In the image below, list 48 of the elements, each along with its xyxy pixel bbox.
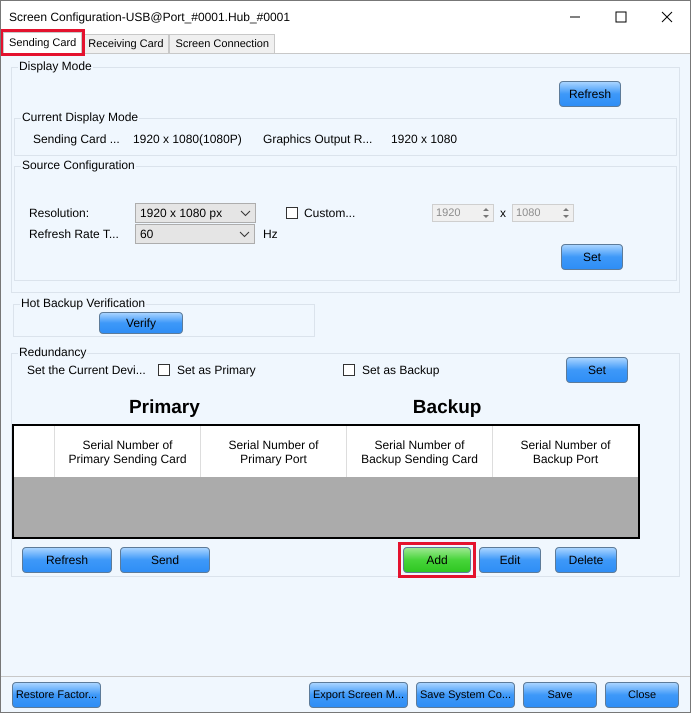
- section-heading: Backup: [412, 397, 482, 419]
- field-label: Set the Current Devi...: [27, 363, 147, 377]
- field-value: 1920 x 1080(1080P): [133, 132, 243, 146]
- tab[interactable]: Sending Card: [3, 32, 82, 53]
- action-button[interactable]: Add: [403, 547, 471, 573]
- footer-button[interactable]: Save System Co...: [416, 682, 515, 708]
- section-heading: Primary: [129, 397, 200, 419]
- field-label: Sending Card ...: [33, 132, 121, 146]
- tab[interactable]: Screen Connection: [169, 34, 276, 53]
- verify-button[interactable]: Verify: [99, 312, 183, 334]
- action-button[interactable]: Delete: [555, 547, 617, 573]
- checkbox-label: Custom...: [304, 206, 356, 220]
- group-title: Redundancy: [18, 345, 88, 359]
- field-label: Graphics Output R...: [263, 132, 374, 146]
- unit-label: Hz: [263, 227, 278, 241]
- restore-button[interactable]: Restore Factor...: [12, 682, 101, 708]
- footer-button[interactable]: Save: [523, 682, 597, 708]
- checkbox[interactable]: [158, 364, 170, 376]
- field-label: Refresh Rate T...: [29, 227, 120, 241]
- checkbox-label: Set as Primary: [177, 363, 257, 377]
- field-value: 1920 x 1080: [391, 132, 458, 146]
- action-button[interactable]: Refresh: [22, 547, 112, 573]
- column-header: Serial Number of Primary Sending Card: [54, 426, 200, 477]
- footer-button[interactable]: Export Screen M...: [309, 682, 408, 708]
- checkbox-label: Set as Backup: [362, 363, 440, 377]
- column-header: Serial Number of Backup Sending Card: [346, 426, 492, 477]
- column-header: Serial Number of Primary Port: [200, 426, 346, 477]
- chevron-down-icon: [240, 210, 251, 216]
- set-button[interactable]: Set: [566, 357, 628, 383]
- checkbox[interactable]: [286, 207, 298, 219]
- action-button[interactable]: Edit: [479, 547, 541, 573]
- refresh-button[interactable]: Refresh: [559, 81, 621, 107]
- group-title: Current Display Mode: [21, 110, 140, 124]
- chevron-down-icon: [239, 230, 250, 238]
- times-label: x: [500, 206, 506, 220]
- footer-button[interactable]: Close: [605, 682, 679, 708]
- checkbox[interactable]: [343, 364, 355, 376]
- action-button[interactable]: Send: [120, 547, 210, 573]
- set-button[interactable]: Set: [561, 244, 623, 270]
- group-title: Display Mode: [18, 59, 93, 73]
- window-title: Screen Configuration-USB@Port_#0001.Hub_#0001: [9, 10, 292, 24]
- group-title: Source Configuration: [21, 158, 136, 172]
- field-label: Resolution:: [29, 206, 90, 220]
- resolution-dropdown[interactable]: 1920 x 1080 px: [135, 203, 256, 223]
- tab[interactable]: Receiving Card: [82, 34, 170, 53]
- refresh-rate-dropdown[interactable]: 60: [135, 224, 255, 244]
- group-title: Hot Backup Verification: [20, 296, 146, 310]
- column-header: Serial Number of Backup Port: [492, 426, 638, 477]
